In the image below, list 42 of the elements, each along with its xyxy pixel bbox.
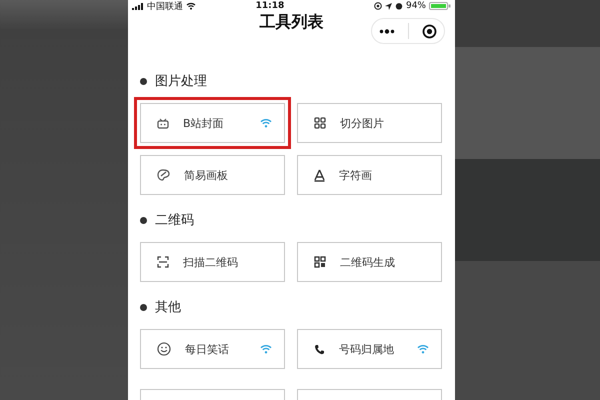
tool-button[interactable]: 二维码生成: [297, 242, 442, 282]
tool-label: 切分图片: [340, 116, 385, 130]
close-icon[interactable]: [422, 24, 438, 38]
palette-icon: [157, 169, 170, 181]
signal-icon: [132, 2, 144, 10]
tool-label: 每日笑话: [185, 342, 230, 356]
more-icon[interactable]: [378, 28, 395, 34]
page-title: 工具列表: [260, 12, 324, 33]
section-title: 其他: [155, 299, 181, 316]
tv-icon: [157, 118, 169, 128]
triangle-a-icon: [314, 168, 325, 182]
location-icon: [384, 2, 392, 10]
phone-icon: [314, 344, 325, 354]
capsule-menu[interactable]: [371, 18, 445, 44]
battery-level: 94%: [406, 1, 426, 11]
tool-label: B站封面: [183, 116, 225, 130]
tool-button[interactable]: 字符画: [297, 155, 442, 195]
tool-button[interactable]: B站封面: [140, 103, 285, 143]
bullet-icon: [140, 78, 147, 84]
battery-icon: [429, 2, 451, 10]
grid-icon: [314, 117, 326, 129]
tool-button[interactable]: 号码归属地: [297, 329, 442, 369]
scan-icon: [157, 256, 169, 268]
lock-rotation-icon: [374, 2, 382, 10]
tool-button[interactable]: 简易画板: [140, 155, 285, 195]
tool-label: 字符画: [339, 168, 373, 182]
tool-label: 简易画板: [184, 168, 229, 182]
tool-label: 二维码生成: [340, 254, 396, 270]
wifi-icon: [186, 2, 196, 10]
tool-label: 号码归属地: [339, 342, 395, 356]
qr-code-icon: [314, 256, 326, 268]
tool-button[interactable]: 切分图片: [297, 103, 442, 143]
tool-button[interactable]: 扫描二维码: [140, 242, 285, 282]
bullet-icon: [140, 304, 147, 310]
tool-label: 扫描二维码: [183, 254, 239, 270]
section-title: 二维码: [155, 212, 194, 229]
section-title: 图片处理: [155, 73, 207, 90]
bullet-icon: [140, 216, 147, 224]
smiley-icon: [157, 342, 171, 356]
carrier-name: 中国联通: [147, 0, 183, 12]
tool-button[interactable]: 每日笑话: [140, 329, 285, 369]
clock-time: 11:18: [254, 1, 286, 11]
